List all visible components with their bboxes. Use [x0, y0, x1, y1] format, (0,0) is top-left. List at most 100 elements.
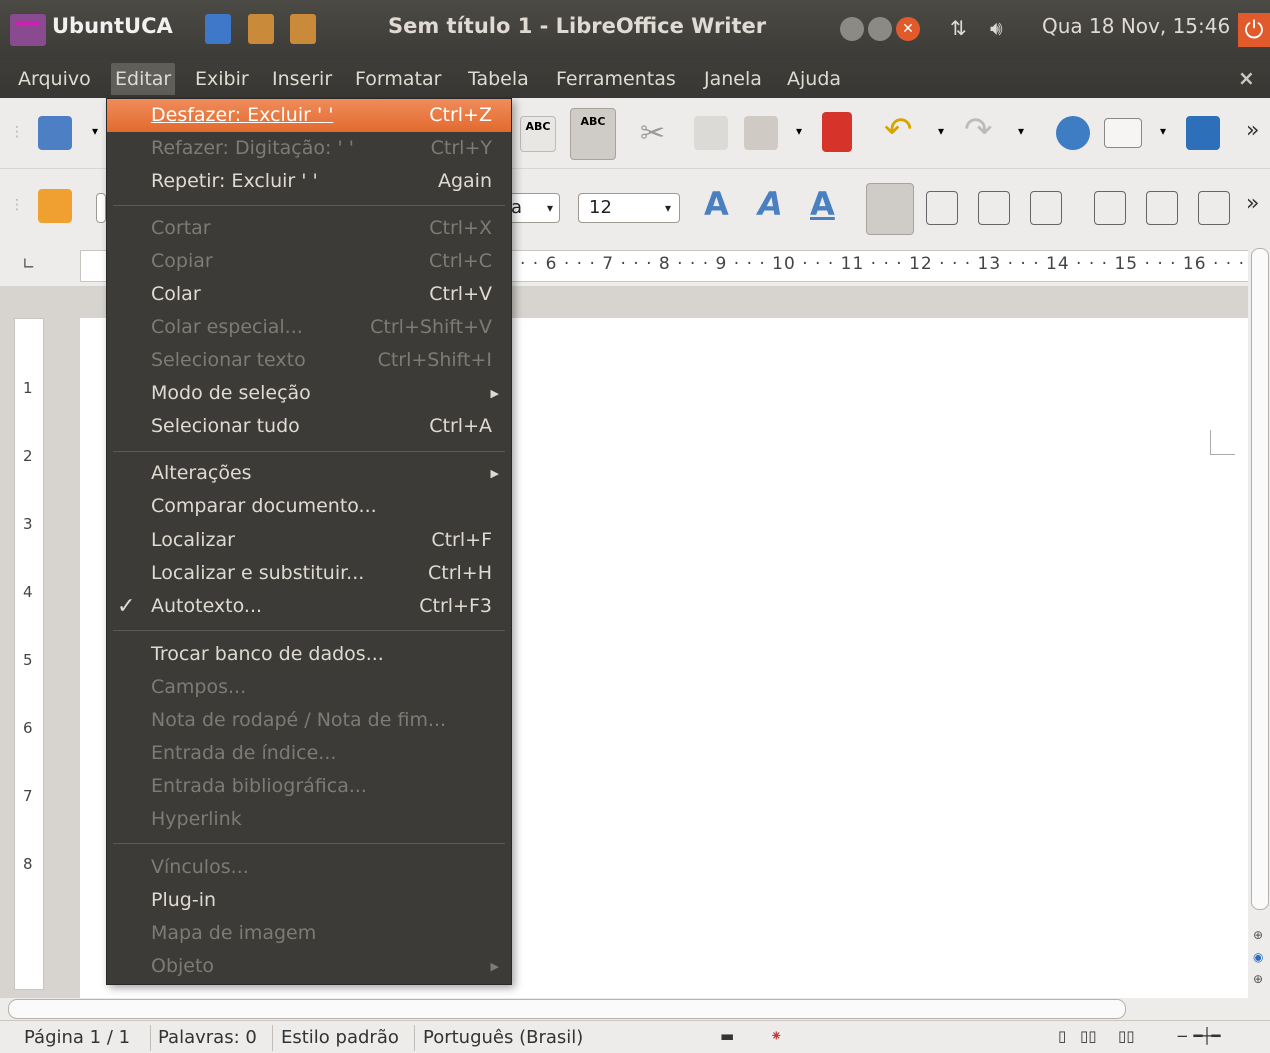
copy-icon[interactable] [694, 116, 728, 150]
menu-item-campos[interactable]: Campos... [107, 671, 511, 704]
menu-editar[interactable]: Editar [111, 63, 176, 95]
insert-mode-icon[interactable]: ▬ [720, 1027, 734, 1045]
menu-arquivo[interactable]: Arquivo [14, 63, 95, 95]
vertical-scroll-thumb[interactable] [1251, 248, 1269, 910]
spellcheck-icon[interactable]: ABC [520, 116, 556, 152]
network-icon[interactable]: ⇅ [950, 16, 967, 40]
styles-formatting-icon[interactable] [38, 189, 72, 223]
maximize-icon[interactable] [868, 17, 892, 41]
chevron-down-icon[interactable]: ▾ [665, 194, 671, 222]
more-icon[interactable]: » [1246, 118, 1259, 143]
clone-formatting-icon[interactable] [822, 112, 852, 152]
brand-label[interactable]: UbuntUCA [52, 14, 173, 38]
table-dropdown-icon[interactable]: ▾ [1160, 124, 1166, 138]
align-left-icon[interactable] [866, 183, 914, 235]
menu-item-hyperlink[interactable]: Hyperlink [107, 803, 511, 836]
menu-item-desfazer[interactable]: Desfazer: Excluir ' ' Ctrl+Z [107, 99, 511, 132]
menu-item-refazer[interactable]: Refazer: Digitação: ' ' Ctrl+Y [107, 132, 511, 165]
table-icon[interactable] [1104, 118, 1142, 148]
menu-item-nota-de-rodape[interactable]: Nota de rodapé / Nota de fim... [107, 704, 511, 737]
decrease-indent-icon[interactable] [1198, 191, 1230, 225]
multi-page-view-icon[interactable]: ▯▯ [1080, 1027, 1097, 1045]
menu-ajuda[interactable]: Ajuda [783, 63, 845, 95]
undo-dropdown-icon[interactable]: ▾ [938, 124, 944, 138]
show-draw-functions-icon[interactable] [1186, 116, 1220, 150]
writer-launcher-icon[interactable] [205, 14, 231, 44]
volume-icon[interactable]: 🔊︎ [990, 16, 1003, 40]
menu-item-objeto[interactable]: Objeto ▶ [107, 950, 511, 983]
menu-item-entrada-de-indice[interactable]: Entrada de índice... [107, 737, 511, 770]
font-name-combo[interactable]: a ▾ [506, 193, 560, 223]
menu-formatar[interactable]: Formatar [351, 63, 445, 95]
paste-icon[interactable] [744, 116, 778, 150]
justify-icon[interactable] [1030, 191, 1062, 225]
menu-item-repetir[interactable]: Repetir: Excluir ' ' Again [107, 165, 511, 198]
paste-dropdown-icon[interactable]: ▾ [796, 124, 802, 138]
undo-icon[interactable]: ↶ [884, 110, 913, 150]
menu-ferramentas[interactable]: Ferramentas [552, 63, 680, 95]
autospellcheck-icon[interactable]: ABC [570, 108, 616, 160]
redo-icon[interactable]: ↷ [964, 110, 993, 150]
toolbar-grip-icon[interactable]: ⋮ [10, 197, 24, 213]
page-style[interactable]: Estilo padrão [281, 1027, 399, 1048]
zoom-slider[interactable]: − ━┼━ [1176, 1027, 1220, 1045]
menu-item-colar[interactable]: Colar Ctrl+V [107, 278, 511, 311]
single-page-view-icon[interactable]: ▯ [1058, 1027, 1066, 1045]
menu-item-vinculos[interactable]: Vínculos... [107, 851, 511, 884]
menu-item-localizar[interactable]: Localizar Ctrl+F [107, 524, 511, 557]
dropdown-arrow-icon[interactable]: ▾ [92, 124, 98, 138]
navigator-icon[interactable] [1056, 116, 1090, 150]
cut-icon[interactable]: ✂ [640, 116, 665, 151]
minimize-icon[interactable] [840, 17, 864, 41]
document-modified-icon[interactable]: ⁕ [770, 1027, 783, 1045]
menu-item-comparar-documento[interactable]: Comparar documento... [107, 490, 511, 523]
horizontal-scroll-thumb[interactable] [8, 999, 1126, 1019]
tab-stop-icon[interactable]: ∟ [22, 254, 35, 273]
word-count[interactable]: Palavras: 0 [158, 1027, 257, 1048]
align-right-icon[interactable] [978, 191, 1010, 225]
menu-item-selecionar-texto[interactable]: Selecionar texto Ctrl+Shift+I [107, 344, 511, 377]
menu-item-mapa-de-imagem[interactable]: Mapa de imagem [107, 917, 511, 950]
previous-page-icon[interactable]: ⊕ [1253, 928, 1263, 942]
folder-launcher-icon[interactable] [290, 14, 316, 44]
bold-icon[interactable]: A [704, 185, 729, 223]
bullets-icon[interactable] [1146, 191, 1178, 225]
navigation-icon[interactable]: ◉ [1253, 950, 1263, 964]
paragraph-style-combo[interactable] [96, 193, 106, 223]
menu-janela[interactable]: Janela [700, 63, 766, 95]
close-document-button[interactable]: × [1238, 66, 1255, 90]
book-view-icon[interactable]: ▯▯ [1118, 1027, 1135, 1045]
new-document-icon[interactable] [38, 116, 72, 150]
menu-item-plug-in[interactable]: Plug-in [107, 884, 511, 917]
page-count[interactable]: Página 1 / 1 [24, 1027, 130, 1048]
menu-exibir[interactable]: Exibir [191, 63, 253, 95]
numbering-icon[interactable] [1094, 191, 1126, 225]
italic-icon[interactable]: A [758, 185, 783, 223]
menu-item-copiar[interactable]: Copiar Ctrl+C [107, 245, 511, 278]
menu-item-entrada-bibliografica[interactable]: Entrada bibliográfica... [107, 770, 511, 803]
chevron-down-icon[interactable]: ▾ [547, 194, 553, 222]
app-menu-icon[interactable] [10, 14, 46, 46]
menu-tabela[interactable]: Tabela [464, 63, 533, 95]
menu-item-modo-de-selecao[interactable]: Modo de seleção ▶ [107, 377, 511, 410]
language[interactable]: Português (Brasil) [423, 1027, 583, 1048]
menu-item-alteracoes[interactable]: Alterações ▶ [107, 457, 511, 490]
underline-icon[interactable]: A [810, 185, 835, 223]
clock[interactable]: Qua 18 Nov, 15:46 [1042, 14, 1230, 38]
align-center-icon[interactable] [926, 191, 958, 225]
next-page-icon[interactable]: ⊕ [1253, 972, 1263, 986]
more-icon[interactable]: » [1246, 191, 1259, 216]
menu-item-autotexto[interactable]: ✓ Autotexto... Ctrl+F3 [107, 590, 511, 623]
vertical-ruler[interactable]: 1 2 3 4 5 6 7 8 [14, 318, 44, 990]
redo-dropdown-icon[interactable]: ▾ [1018, 124, 1024, 138]
font-size-combo[interactable]: 12 ▾ [578, 193, 680, 223]
files-launcher-icon[interactable] [248, 14, 274, 44]
menu-item-localizar-e-substituir[interactable]: Localizar e substituir... Ctrl+H [107, 557, 511, 590]
menu-inserir[interactable]: Inserir [268, 63, 336, 95]
menu-item-selecionar-tudo[interactable]: Selecionar tudo Ctrl+A [107, 410, 511, 443]
menu-item-trocar-banco-de-dados[interactable]: Trocar banco de dados... [107, 638, 511, 671]
close-icon[interactable]: ✕ [896, 17, 920, 41]
menu-item-colar-especial[interactable]: Colar especial... Ctrl+Shift+V [107, 311, 511, 344]
menu-item-cortar[interactable]: Cortar Ctrl+X [107, 212, 511, 245]
toolbar-grip-icon[interactable]: ⋮ [10, 124, 24, 140]
